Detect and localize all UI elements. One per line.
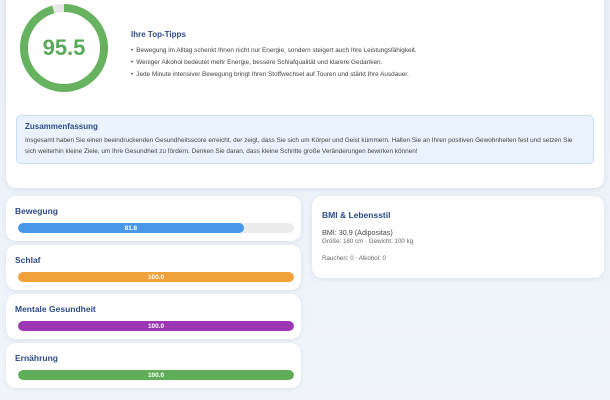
metric-card-mentale-gesundheit: Mentale Gesundheit 100.0: [6, 294, 301, 339]
top-tips: Ihre Top-Tipps Bewegung im Alltag schenk…: [131, 30, 591, 81]
progress-track: 100.0: [18, 272, 294, 282]
progress-bar-schlaf: 100.0: [18, 272, 294, 282]
tip-item: Weniger Alkohol bedeutet mehr Energie, b…: [131, 57, 591, 69]
bmi-card: BMI & Lebensstil BMI: 30.9 (Adipositas) …: [312, 196, 604, 278]
bmi-value: BMI: 30.9 (Adipositas): [322, 228, 393, 237]
progress-track: 81.8: [18, 223, 294, 233]
metric-card-ernaehrung: Ernährung 100.0: [6, 343, 301, 388]
summary-box: Zusammenfassung Insgesamt haben Sie eine…: [16, 115, 594, 164]
bmi-title: BMI & Lebensstil: [322, 210, 391, 220]
tip-item: Bewegung im Alltag schenkt Ihnen nicht n…: [131, 45, 591, 57]
lifestyle-info: Rauchen: 0 · Alkohol: 0: [322, 255, 386, 262]
score-ring: 95.5: [18, 2, 110, 94]
overview-card: 95.5 Ihre Top-Tipps Bewegung im Alltag s…: [6, 0, 604, 188]
summary-text: Insgesamt haben Sie einen beeindruckende…: [25, 137, 573, 155]
tips-list: Bewegung im Alltag schenkt Ihnen nicht n…: [131, 45, 591, 81]
metric-title: Schlaf: [15, 255, 41, 265]
metric-title: Bewegung: [15, 206, 58, 216]
metric-title: Ernährung: [15, 353, 58, 363]
progress-track: 100.0: [18, 321, 294, 331]
score-value: 95.5: [42, 35, 86, 60]
progress-bar-ernaehrung: 100.0: [18, 370, 294, 380]
summary-title: Zusammenfassung: [25, 122, 98, 131]
tips-title: Ihre Top-Tipps: [131, 30, 186, 39]
progress-track: 100.0: [18, 370, 294, 380]
metric-card-schlaf: Schlaf 100.0: [6, 245, 301, 290]
bmi-details: Größe: 180 cm · Gewicht: 100 kg: [322, 238, 414, 245]
tip-item: Jede Minute intensiver Bewegung bringt I…: [131, 69, 591, 81]
progress-bar-bewegung: 81.8: [18, 223, 244, 233]
metric-title: Mentale Gesundheit: [15, 304, 96, 314]
metric-card-bewegung: Bewegung 81.8: [6, 196, 301, 241]
progress-bar-mentale-gesundheit: 100.0: [18, 321, 294, 331]
